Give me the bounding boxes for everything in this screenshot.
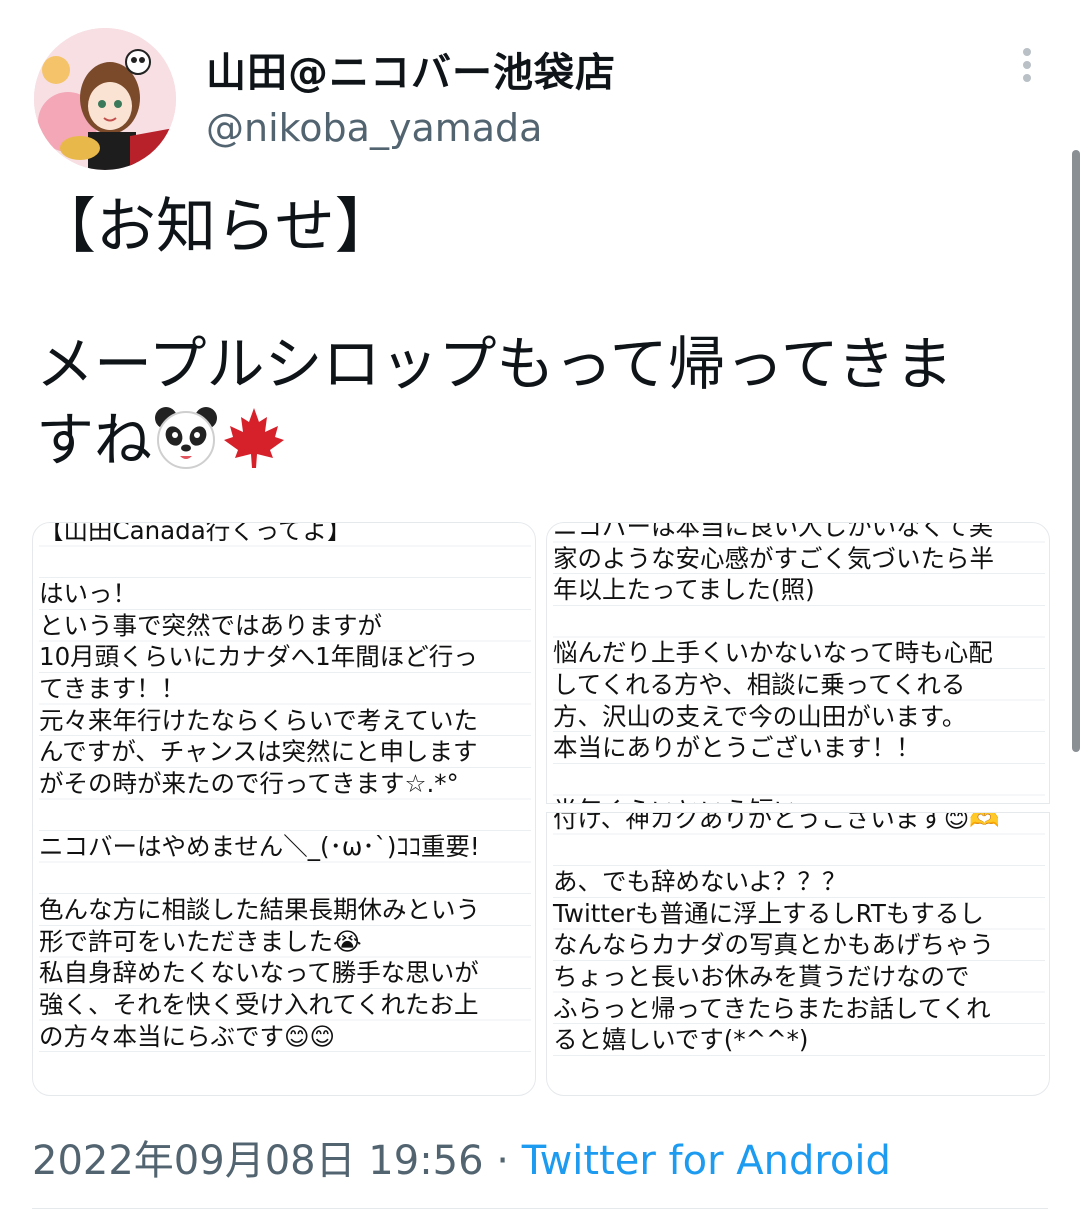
more-options-button[interactable] [1012, 48, 1042, 90]
meta-separator: · [483, 1138, 522, 1184]
avatar[interactable] [34, 28, 176, 170]
divider [32, 1208, 1048, 1209]
display-name[interactable]: 山田@ニコバー池袋店 [206, 40, 616, 98]
client-link[interactable]: Twitter for Android [522, 1138, 891, 1184]
scrollbar[interactable] [1072, 150, 1080, 752]
maple-leaf-icon [224, 408, 285, 468]
tweet-heading: 【お知らせ】 [36, 192, 395, 262]
memo-text-2: ニコバーは本当に良い人しかいなくて実 家のような安心感がすごく気づいたら半 年以… [553, 523, 1045, 803]
user-handle[interactable]: @nikoba_yamada [206, 106, 542, 150]
attached-image-2[interactable]: ニコバーは本当に良い人しかいなくて実 家のような安心感がすごく気づいたら半 年以… [546, 522, 1050, 804]
attached-images: 【山田Canada行くってよ】 はいっ！ という事で突然ではありますが 10月頭… [32, 522, 1050, 1096]
memo-text-1: 【山田Canada行くってよ】 はいっ！ という事で突然ではありますが 10月頭… [39, 523, 531, 1053]
panda-face-icon [155, 407, 218, 469]
avatar-image [34, 28, 176, 170]
timestamp[interactable]: 2022年09月08日 19:56 [32, 1138, 484, 1184]
memo-text-3: 付け、神カクありがとうございます😊🫶 あ、でも辞めないよ？？？ Twitterも… [553, 813, 1045, 1056]
more-vertical-icon [1012, 48, 1042, 82]
tweet-meta: 2022年09月08日 19:56 · Twitter for Android [32, 1128, 891, 1186]
tweet-text: メープルシロップもって帰ってきま すね [36, 326, 1046, 478]
attached-image-3[interactable]: 付け、神カクありがとうございます😊🫶 あ、でも辞めないよ？？？ Twitterも… [546, 812, 1050, 1096]
attached-image-1[interactable]: 【山田Canada行くってよ】 はいっ！ という事で突然ではありますが 10月頭… [32, 522, 536, 1096]
